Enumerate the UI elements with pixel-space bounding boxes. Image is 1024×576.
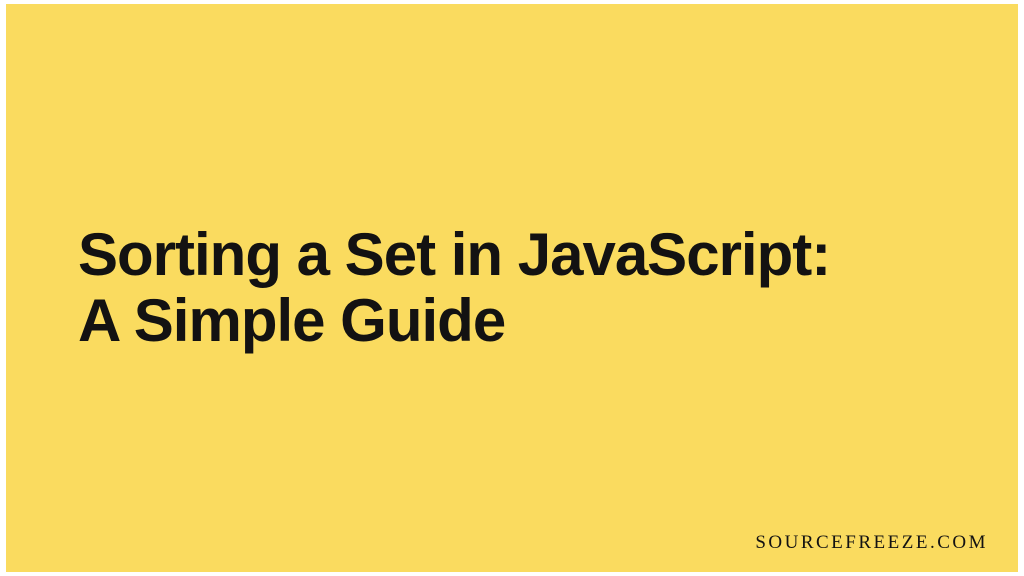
headline-line-2: A Simple Guide bbox=[78, 287, 505, 354]
headline-line-1: Sorting a Set in JavaScript: bbox=[78, 221, 830, 288]
headline: Sorting a Set in JavaScript: A Simple Gu… bbox=[78, 222, 978, 354]
title-card: Sorting a Set in JavaScript: A Simple Gu… bbox=[6, 4, 1018, 572]
site-attribution: SOURCEFREEZE.COM bbox=[755, 532, 988, 554]
